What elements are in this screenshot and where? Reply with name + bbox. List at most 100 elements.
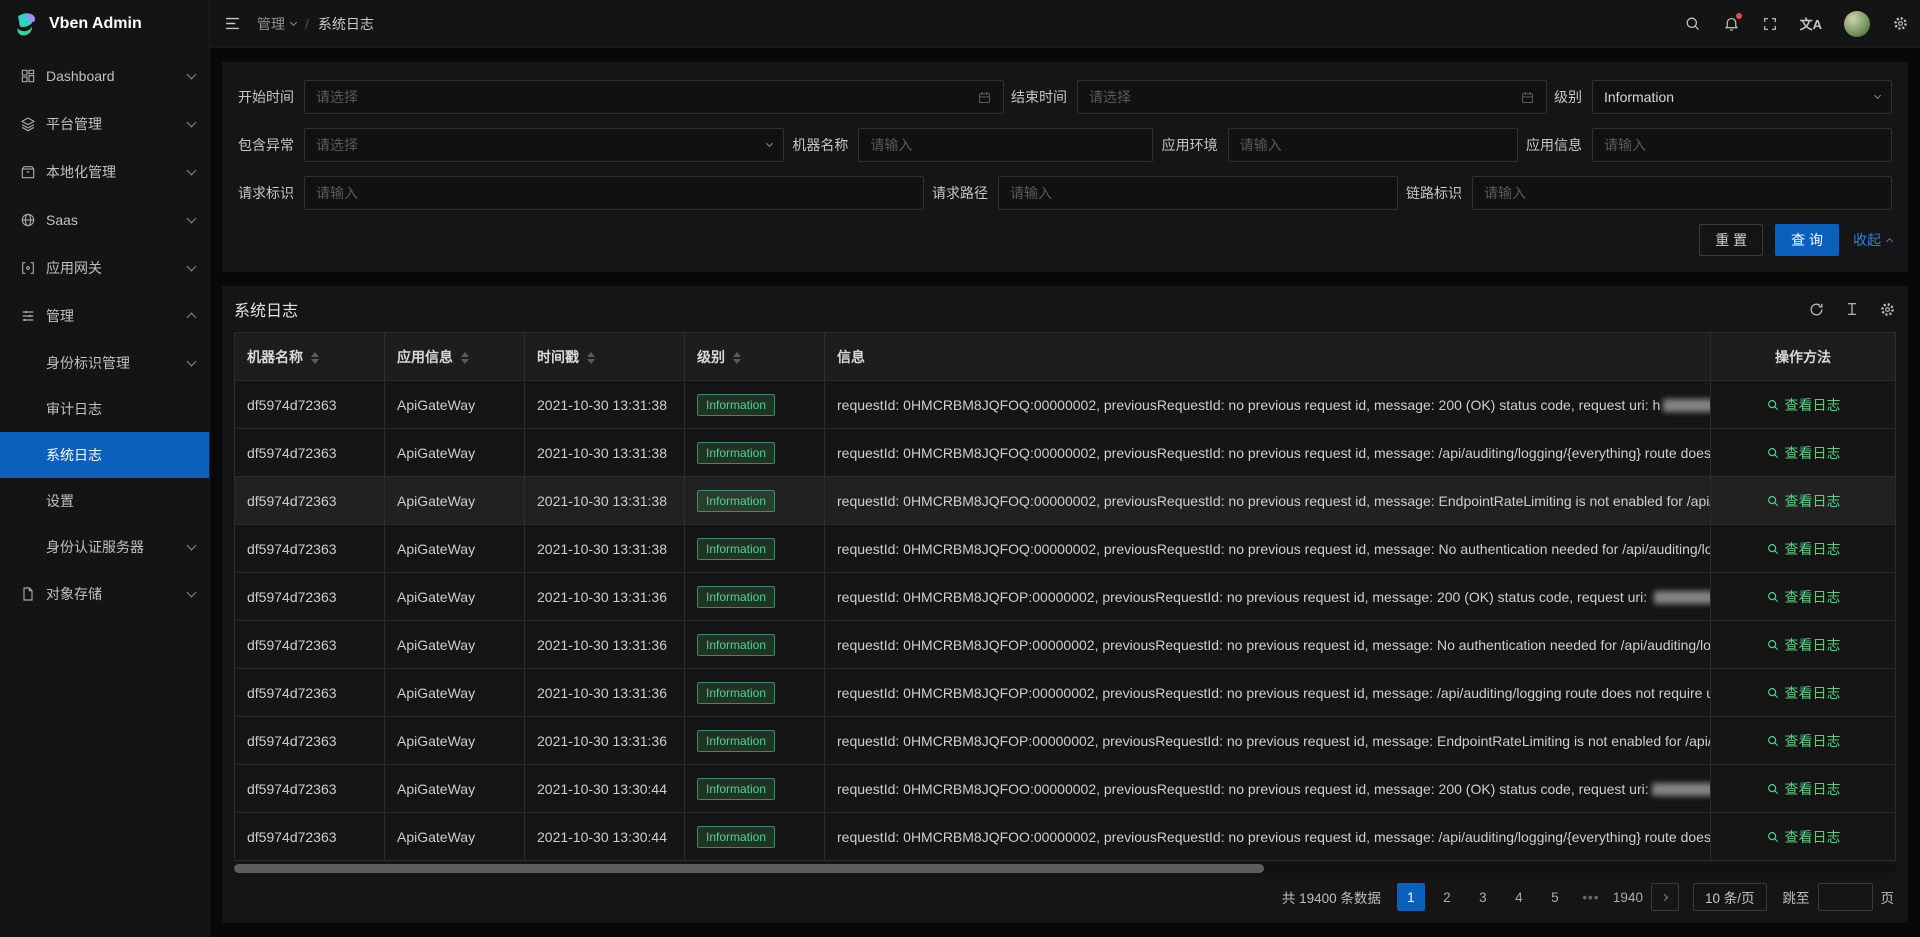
sidebar-item[interactable]: 应用网关 (0, 244, 209, 292)
view-log-link[interactable]: 查看日志 (1766, 491, 1841, 511)
collapse-link[interactable]: 收起 (1853, 230, 1892, 250)
page-button[interactable]: 1940 (1613, 883, 1643, 911)
machine-name-label: 机器名称 (792, 135, 848, 155)
machine-name-cell: df5974d72363 (235, 717, 385, 765)
refresh-icon[interactable] (1808, 301, 1825, 318)
view-log-link[interactable]: 查看日志 (1766, 731, 1841, 751)
manage-icon (20, 308, 36, 324)
request-path-label: 请求路径 (932, 183, 988, 203)
user-avatar[interactable] (1833, 0, 1881, 48)
trace-id-input[interactable] (1484, 185, 1880, 201)
request-id-input[interactable] (316, 185, 912, 201)
sidebar-item[interactable]: 对象存储 (0, 570, 209, 618)
level-cell: Information (685, 477, 825, 525)
horizontal-scrollbar[interactable] (234, 864, 1896, 873)
sidebar-fold-icon[interactable] (224, 15, 241, 32)
sidebar-subitem[interactable]: 系统日志 (0, 432, 209, 478)
view-log-link[interactable]: 查看日志 (1766, 443, 1841, 463)
sidebar-item[interactable]: 管理 (0, 292, 209, 340)
machine-name-input[interactable] (870, 137, 1141, 153)
column-header[interactable]: 机器名称 (235, 333, 385, 381)
request-path-input[interactable] (1010, 185, 1386, 201)
app-info-cell: ApiGateWay (385, 621, 525, 669)
sidebar-item[interactable]: 平台管理 (0, 100, 209, 148)
sidebar-item[interactable]: 本地化管理 (0, 148, 209, 196)
level-cell: Information (685, 573, 825, 621)
view-log-link[interactable]: 查看日志 (1766, 779, 1841, 799)
level-cell: Information (685, 621, 825, 669)
app-env-label: 应用环境 (1162, 135, 1218, 155)
timestamp-cell: 2021-10-30 13:30:44 (525, 813, 685, 861)
message-cell: requestId: 0HMCRBM8JQFOQ:00000002, previ… (825, 381, 1711, 429)
page-button[interactable]: 1 (1397, 883, 1425, 911)
timestamp-cell: 2021-10-30 13:31:36 (525, 717, 685, 765)
app-env-input[interactable] (1240, 137, 1506, 153)
reset-button[interactable]: 重 置 (1699, 224, 1763, 256)
view-log-link[interactable]: 查看日志 (1766, 635, 1841, 655)
app-info-cell: ApiGateWay (385, 813, 525, 861)
contains-exception-select[interactable]: 请选择 (304, 128, 784, 162)
breadcrumb-item-manage[interactable]: 管理 (257, 14, 296, 34)
sort-icon[interactable] (311, 352, 319, 364)
contains-exception-placeholder: 请选择 (316, 135, 759, 155)
action-cell: 查看日志 (1711, 573, 1896, 621)
machine-name-cell: df5974d72363 (235, 765, 385, 813)
column-header[interactable]: 应用信息 (385, 333, 525, 381)
sidebar-subitem[interactable]: 身份标识管理 (0, 340, 209, 386)
page-ellipsis[interactable]: ••• (1577, 883, 1605, 911)
sort-icon[interactable] (587, 352, 595, 364)
view-log-link[interactable]: 查看日志 (1766, 395, 1841, 415)
sidebar-subitem[interactable]: 设置 (0, 478, 209, 524)
timestamp-cell: 2021-10-30 13:31:36 (525, 621, 685, 669)
level-badge: Information (697, 538, 775, 560)
page-button[interactable]: 4 (1505, 883, 1533, 911)
search-button[interactable]: 查 询 (1775, 224, 1839, 256)
machine-name-cell: df5974d72363 (235, 621, 385, 669)
next-page-button[interactable] (1651, 883, 1679, 911)
start-time-picker[interactable]: 请选择 (304, 80, 1004, 114)
column-header[interactable]: 级别 (685, 333, 825, 381)
view-log-link[interactable]: 查看日志 (1766, 587, 1841, 607)
jump-page-input[interactable] (1818, 883, 1873, 911)
sidebar-item[interactable]: Dashboard (0, 52, 209, 100)
column-header[interactable]: 时间戳 (525, 333, 685, 381)
column-settings-gear-icon[interactable] (1879, 301, 1896, 318)
search-icon[interactable] (1673, 0, 1712, 48)
breadcrumb: 管理 / 系统日志 (257, 14, 374, 34)
settings-gear-icon[interactable] (1881, 0, 1920, 48)
jump-unit: 页 (1881, 887, 1895, 907)
level-select[interactable]: Information (1592, 80, 1892, 114)
notification-bell-icon[interactable] (1712, 0, 1751, 48)
fullscreen-icon[interactable] (1751, 0, 1789, 48)
locale-icon[interactable]: 文A (1789, 0, 1833, 48)
logo[interactable]: Vben Admin (0, 0, 209, 48)
chevron-down-icon (187, 357, 197, 367)
storage-icon (20, 586, 36, 602)
chevron-down-icon (187, 70, 197, 80)
scrollbar-thumb[interactable] (234, 864, 1264, 873)
collapse-label: 收起 (1853, 230, 1881, 250)
machine-name-cell: df5974d72363 (235, 813, 385, 861)
magnifier-icon (1766, 830, 1780, 844)
sidebar-subitem[interactable]: 身份认证服务器 (0, 524, 209, 570)
view-log-link[interactable]: 查看日志 (1766, 683, 1841, 703)
sidebar-item[interactable]: Saas (0, 196, 209, 244)
magnifier-icon (1766, 782, 1780, 796)
row-height-icon[interactable] (1844, 301, 1860, 317)
app-info-input[interactable] (1604, 137, 1880, 153)
end-time-picker[interactable]: 请选择 (1077, 80, 1547, 114)
sort-icon[interactable] (461, 352, 469, 364)
avatar-image (1844, 11, 1870, 37)
page-size-select[interactable]: 10 条/页 (1693, 883, 1767, 911)
level-cell: Information (685, 381, 825, 429)
page-button[interactable]: 3 (1469, 883, 1497, 911)
view-log-link[interactable]: 查看日志 (1766, 539, 1841, 559)
sidebar-subitem[interactable]: 审计日志 (0, 386, 209, 432)
sort-icon[interactable] (733, 352, 741, 364)
view-log-link[interactable]: 查看日志 (1766, 827, 1841, 847)
page-button[interactable]: 2 (1433, 883, 1461, 911)
timestamp-cell: 2021-10-30 13:31:38 (525, 477, 685, 525)
message-cell: requestId: 0HMCRBM8JQFOO:00000002, previ… (825, 765, 1711, 813)
page-button[interactable]: 5 (1541, 883, 1569, 911)
start-time-label: 开始时间 (238, 87, 294, 107)
